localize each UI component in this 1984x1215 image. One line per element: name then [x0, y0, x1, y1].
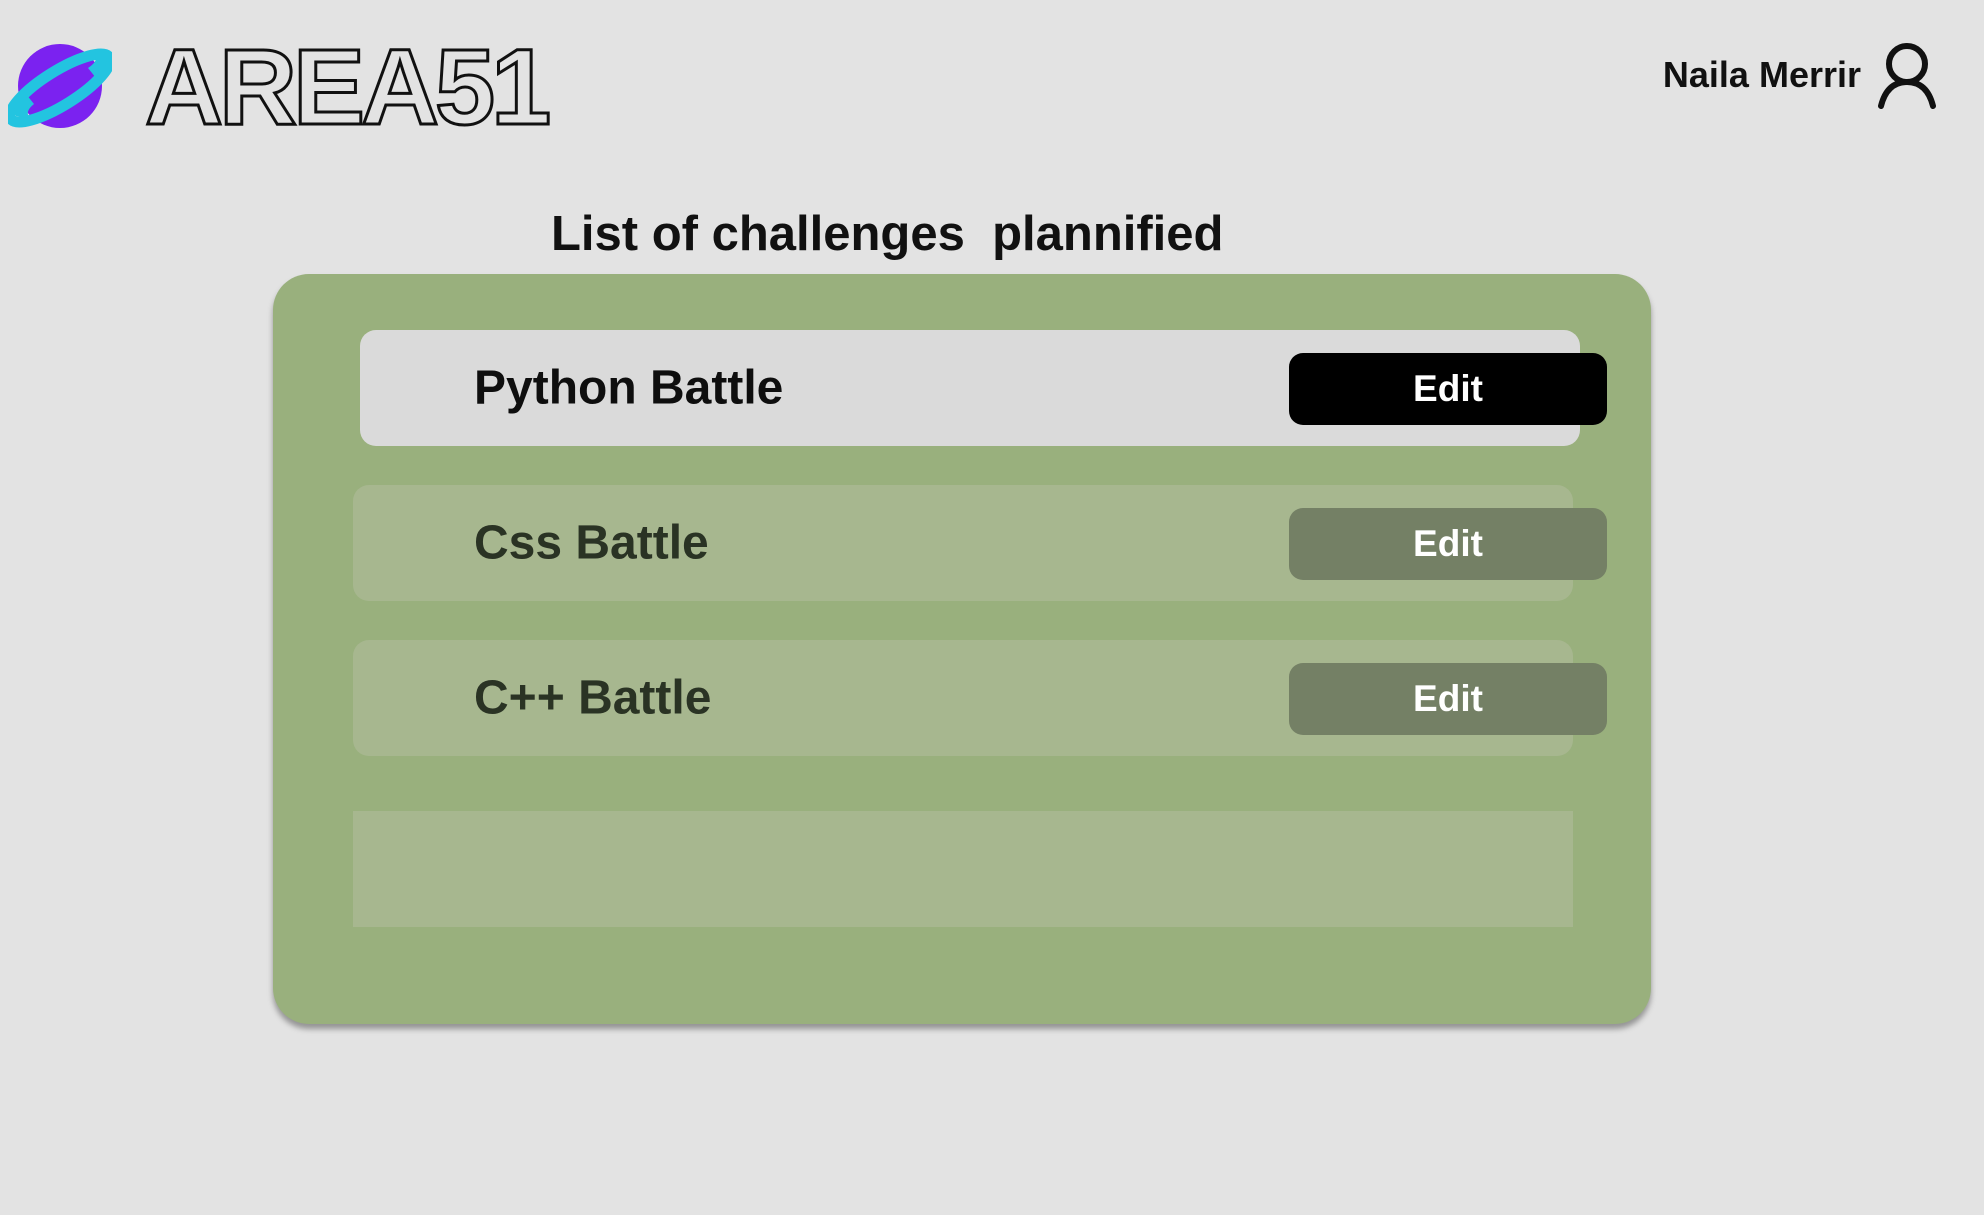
challenge-label: C++ Battle	[474, 671, 712, 725]
challenge-row-cpp[interactable]: C++ Battle Edit	[353, 640, 1607, 756]
user-icon[interactable]	[1877, 40, 1937, 110]
edit-button[interactable]: Edit	[1289, 663, 1607, 735]
challenge-label: Python Battle	[474, 361, 784, 415]
user-menu[interactable]: Naila Merrir	[1663, 40, 1937, 110]
challenges-panel: Python Battle Edit Css Battle Edit C++ B…	[273, 274, 1651, 1024]
edit-button[interactable]: Edit	[1289, 353, 1607, 425]
challenge-row-python[interactable]: Python Battle Edit	[360, 330, 1607, 446]
brand-text: AREA51	[145, 26, 549, 147]
page-title: List of challenges plannified	[551, 207, 1224, 261]
planet-logo-icon	[4, 38, 116, 134]
challenge-row-css[interactable]: Css Battle Edit	[353, 485, 1607, 601]
user-name: Naila Merrir	[1662, 54, 1861, 95]
empty-row-placeholder	[353, 811, 1573, 927]
challenge-label: Css Battle	[474, 516, 709, 570]
brand-wordmark[interactable]: AREA51	[144, 25, 555, 149]
edit-button[interactable]: Edit	[1289, 508, 1607, 580]
